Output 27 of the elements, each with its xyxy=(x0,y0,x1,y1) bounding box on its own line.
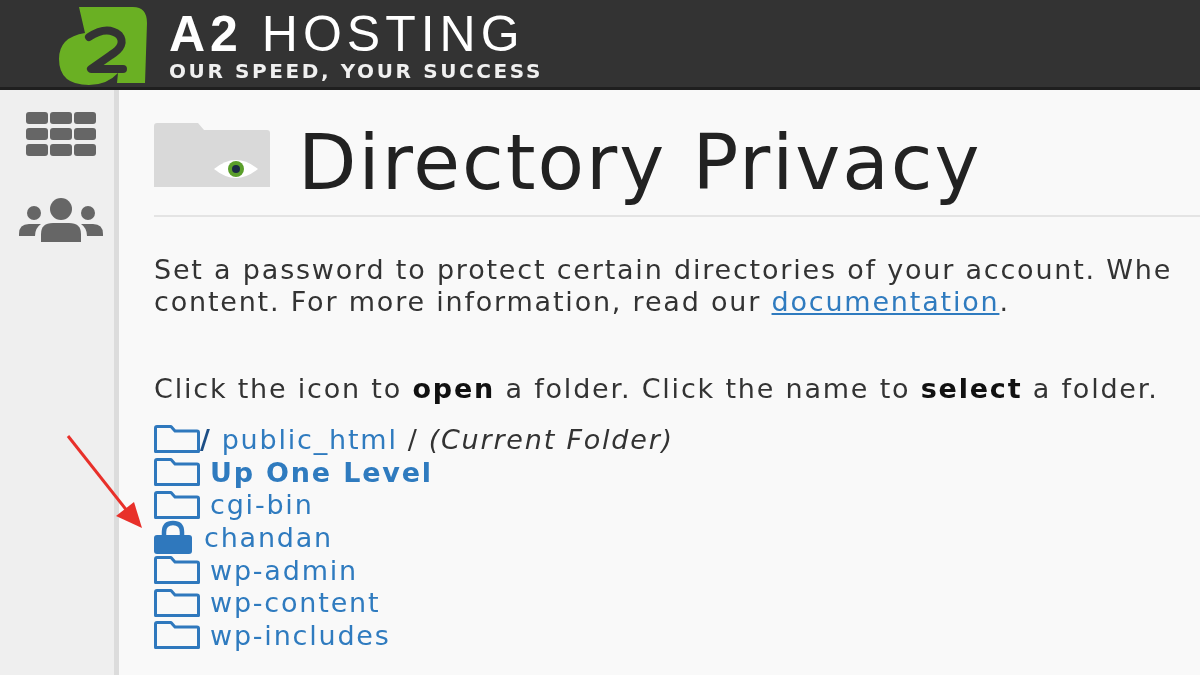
folder-icon[interactable] xyxy=(154,425,200,454)
instructions-text: Click the icon to open a folder. Click the name to select a folder. xyxy=(154,373,1160,405)
intro-text: Set a password to protect certain directories of your account. Whe xyxy=(154,254,1174,286)
brand-name: A2 HOSTING xyxy=(169,8,526,59)
folder-link[interactable]: chandan xyxy=(204,521,333,553)
path-separator: / xyxy=(407,423,419,455)
folder-icon[interactable] xyxy=(154,556,200,585)
users-icon[interactable] xyxy=(19,198,103,242)
folder-link[interactable]: wp-content xyxy=(210,587,381,619)
folder-link[interactable]: wp-admin xyxy=(210,554,358,586)
apps-grid-icon[interactable] xyxy=(26,112,96,156)
lock-icon[interactable] xyxy=(154,520,192,555)
folder-eye-icon xyxy=(154,123,270,187)
intro-text: content. For more information, read our documentation. xyxy=(154,286,1011,318)
documentation-link[interactable]: documentation xyxy=(771,286,1000,317)
page-title: Directory Privacy xyxy=(298,123,982,203)
folder-link[interactable]: wp-includes xyxy=(210,619,391,651)
folder-link[interactable]: cgi-bin xyxy=(210,489,314,521)
folder-icon[interactable] xyxy=(154,458,200,487)
folder-icon[interactable] xyxy=(154,490,200,519)
folder-icon[interactable] xyxy=(154,588,200,617)
brand-tagline: OUR SPEED, YOUR SUCCESS xyxy=(169,58,543,83)
folder-icon[interactable] xyxy=(154,621,200,650)
up-one-level-link[interactable]: Up One Level xyxy=(210,456,433,488)
folder-link[interactable]: public_html xyxy=(221,423,398,455)
current-folder-label: (Current Folder) xyxy=(428,423,674,455)
path-root: / xyxy=(200,423,212,455)
